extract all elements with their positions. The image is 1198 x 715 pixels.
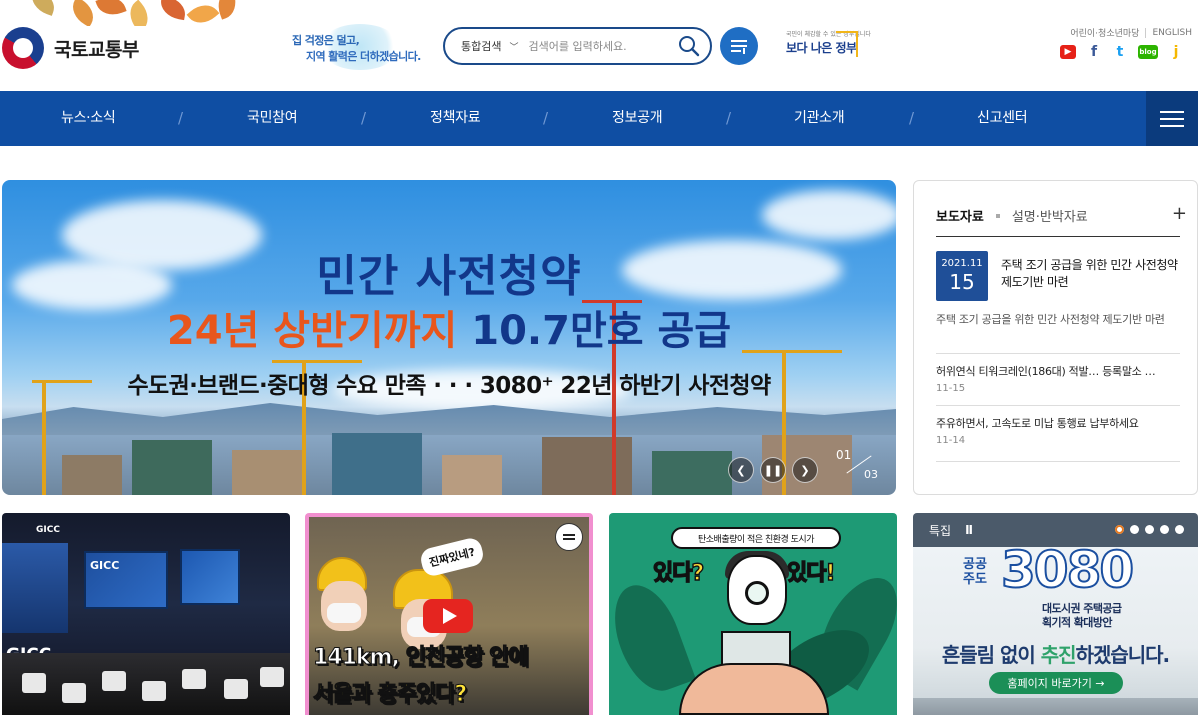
- chevron-down-icon: ﹀: [509, 42, 519, 53]
- pause-slide-button[interactable]: ❚❚: [760, 457, 786, 483]
- hero-banner[interactable]: 민간 사전청약 24년 상반기까지 10.7만호 공급 수도권·브랜드·중대형 …: [2, 180, 896, 495]
- list-item[interactable]: 허위연식 티워크레인(186대) 적발… 등록말소 … 11-15: [936, 353, 1180, 394]
- better-government-badge[interactable]: 국민이 체감할 수 있는 정부입니다 보다 나은 정부: [784, 26, 871, 64]
- pause-icon[interactable]: II: [965, 523, 973, 537]
- prev-slide-button[interactable]: ❮: [728, 457, 754, 483]
- current-slide: 01: [836, 448, 852, 462]
- hero-subtitle: 24년 상반기까지 10.7만호 공급: [166, 308, 732, 354]
- video-title-line1: 141km, 인천공항 안에: [313, 645, 530, 671]
- nav-item-news[interactable]: 뉴스·소식: [61, 91, 116, 146]
- slogan-line2: 지역 활력은 더하겠습니다.: [306, 50, 421, 63]
- blog-icon[interactable]: blog: [1138, 45, 1158, 59]
- eco-banner: 탄소배출량이 적은 친환경 도시가: [671, 527, 841, 549]
- video-title-line2: 서울과 충주있다?: [312, 682, 467, 708]
- kids-youth-link[interactable]: 어린이·청소년마당: [1070, 26, 1139, 39]
- total-slides: 03: [864, 468, 878, 481]
- magnifier-icon: [745, 581, 769, 605]
- tab-press-release[interactable]: 보도자료: [936, 206, 984, 225]
- menu-toggle-button[interactable]: [555, 523, 583, 551]
- tab-explanation[interactable]: 설명·반박자료: [1012, 206, 1088, 225]
- site-header: 국토교통부 집 걱정은 덜고, 지역 활력은 더하겠습니다. 통합검색 ﹀ 국민…: [0, 0, 1198, 91]
- slogan-line1: 집 걱정은 덜고,: [292, 34, 360, 47]
- page-dot[interactable]: [1130, 525, 1139, 534]
- hero-title: 민간 사전청약: [316, 251, 582, 302]
- kakao-story-icon[interactable]: j: [1168, 44, 1184, 60]
- top-press-desc: 주택 조기 공급을 위한 민간 사전청약 제도기반 마련: [936, 313, 1165, 326]
- eco-question: 있다?: [652, 560, 705, 586]
- more-plus-icon[interactable]: +: [1172, 203, 1187, 224]
- next-slide-button[interactable]: ❯: [792, 457, 818, 483]
- search-box: 통합검색 ﹀: [443, 27, 712, 65]
- card-youtube-video[interactable]: 진짜있네? 141km, 인천공항 안에 서울과 충주있다?: [305, 513, 593, 715]
- card-eco-city[interactable]: 탄소배출량이 적은 친환경 도시가 있다? 있다!: [609, 513, 897, 715]
- card-3080-special[interactable]: 특집 II 공공 주도 3080 대도시권 주택공급 획기적 확대방안 흔들림 없…: [913, 513, 1198, 715]
- english-link[interactable]: ENGLISH: [1152, 28, 1192, 38]
- twitter-icon[interactable]: t: [1112, 44, 1128, 60]
- special-number: 3080: [1000, 540, 1135, 600]
- page-dot[interactable]: [1175, 525, 1184, 534]
- special-sub2: 획기적 확대방안: [1042, 616, 1112, 629]
- slogan-banner[interactable]: 집 걱정은 덜고, 지역 활력은 더하겠습니다.: [286, 22, 426, 72]
- taegeuk-logo-icon: [2, 27, 44, 69]
- logo-text: 국토교통부: [54, 38, 139, 61]
- gov-badge-caption: 국민이 체감할 수 있는 정부입니다: [786, 31, 871, 38]
- utility-links: 어린이·청소년마당 ENGLISH: [1070, 26, 1192, 39]
- slide-pagination: 01 03: [836, 448, 878, 481]
- list-item[interactable]: [936, 461, 1180, 462]
- page-dot[interactable]: [1145, 525, 1154, 534]
- special-label: 특집: [929, 523, 952, 538]
- social-links: ▶ f t blog j: [1060, 44, 1184, 60]
- facebook-icon[interactable]: f: [1086, 44, 1102, 60]
- list-item[interactable]: 주유하면서, 고속도로 미납 통행료 납부하세요 11-14: [936, 405, 1180, 446]
- chevron-left-icon: ❮: [736, 463, 746, 477]
- main-navigation: 뉴스·소식 / 국민참여 / 정책자료 / 정보공개 / 기관소개 / 신고센터: [0, 91, 1198, 146]
- special-kicker: 공공 주도: [963, 557, 987, 587]
- nav-item-report[interactable]: 신고센터: [977, 91, 1028, 146]
- nav-item-disclosure[interactable]: 정보공개: [612, 91, 663, 146]
- list-menu-icon: [731, 40, 747, 54]
- search-scope-label: 통합검색: [461, 40, 502, 53]
- search-scope-select[interactable]: 통합검색 ﹀: [461, 38, 519, 54]
- pause-icon: ❚❚: [763, 463, 783, 477]
- ministry-logo[interactable]: 국토교통부: [2, 27, 139, 69]
- search-button[interactable]: [678, 35, 700, 57]
- page-dot[interactable]: [1115, 525, 1124, 534]
- chevron-right-icon: ❯: [800, 463, 810, 477]
- homepage-link-button[interactable]: 홈페이지 바로가기 →: [989, 672, 1123, 694]
- hero-caption: 수도권·브랜드·중대형 수요 만족 · · · 3080⁺ 22년 하반기 사전…: [127, 373, 771, 399]
- hamburger-menu-button[interactable]: [1146, 91, 1198, 146]
- special-headline: 흔들림 없이 추진하겠습니다.: [941, 643, 1170, 667]
- youtube-icon[interactable]: ▶: [1060, 45, 1076, 59]
- top-press-title[interactable]: 주택 조기 공급을 위한 민간 사전청약 제도기반 마련: [1001, 257, 1179, 291]
- search-icon: [679, 36, 700, 57]
- nav-item-policy[interactable]: 정책자료: [430, 91, 481, 146]
- nav-item-about[interactable]: 기관소개: [794, 91, 845, 146]
- page-dot[interactable]: [1160, 525, 1169, 534]
- all-menu-button[interactable]: [720, 27, 758, 65]
- date-badge: 2021.11 15: [936, 251, 988, 301]
- eco-answer: 있다!: [786, 560, 836, 586]
- press-release-panel: 보도자료 설명·반박자료 + 2021.11 15 주택 조기 공급을 위한 민…: [913, 180, 1198, 495]
- hero-controls: ❮ ❚❚ ❯: [728, 457, 818, 483]
- search-input[interactable]: [528, 39, 657, 53]
- youtube-play-icon[interactable]: [423, 599, 473, 633]
- special-pagination: [1115, 525, 1184, 534]
- autumn-leaves-decoration: [0, 0, 240, 26]
- card-gicc-photo[interactable]: GICC GICC GICC: [2, 513, 290, 715]
- nav-item-participation[interactable]: 국민참여: [247, 91, 298, 146]
